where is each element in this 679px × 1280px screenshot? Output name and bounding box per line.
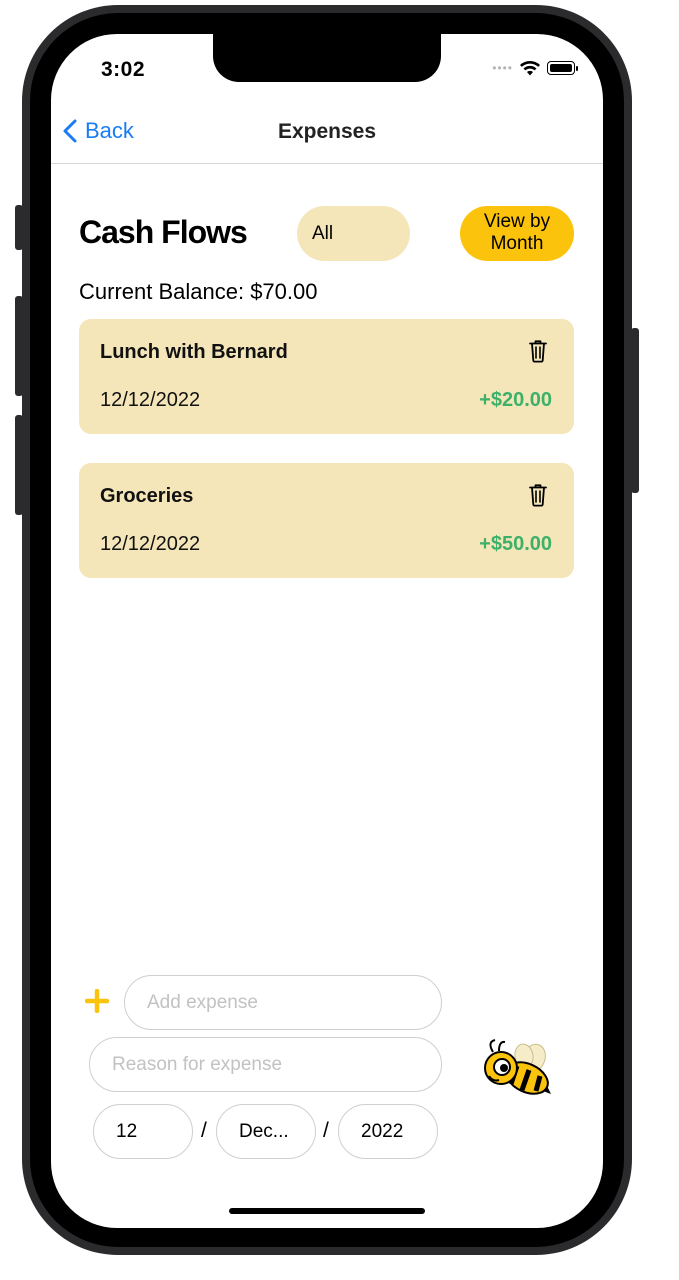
current-balance: Current Balance: $70.00: [79, 279, 318, 304]
status-time: 3:02: [101, 58, 146, 81]
bee-mascot-icon[interactable]: [481, 1036, 557, 1098]
expense-card[interactable]: Groceries 12/12/2022 +$50.00: [79, 463, 574, 578]
year-input[interactable]: [338, 1104, 438, 1159]
signal-icon: ••••: [492, 61, 513, 75]
expense-title: Groceries: [100, 485, 194, 507]
day-input[interactable]: [93, 1104, 193, 1159]
battery-icon: [547, 61, 578, 75]
trash-icon[interactable]: [529, 483, 547, 507]
add-expense-input[interactable]: [124, 975, 442, 1030]
power-button: [631, 328, 639, 493]
status-icons: ••••: [492, 60, 578, 76]
reason-input[interactable]: [89, 1037, 442, 1092]
filter-all-button[interactable]: All: [297, 206, 410, 261]
app-screen: 3:02 •••• Back Expenses Cash Flows All V…: [51, 34, 603, 1228]
wifi-icon: [520, 61, 540, 76]
date-separator: /: [201, 1119, 207, 1142]
expense-amount: +$20.00: [479, 389, 552, 411]
volume-down-button: [15, 415, 23, 515]
volume-up-button: [15, 296, 23, 396]
expense-date: 12/12/2022: [100, 533, 201, 555]
plus-icon[interactable]: [85, 989, 109, 1013]
home-indicator[interactable]: [229, 1208, 425, 1214]
expense-title: Lunch with Bernard: [100, 341, 288, 363]
navigation-bar: Back Expenses: [51, 106, 603, 164]
month-input[interactable]: [216, 1104, 316, 1159]
view-by-month-button[interactable]: View by Month: [460, 206, 574, 261]
trash-icon[interactable]: [529, 339, 547, 363]
expense-amount: +$50.00: [479, 533, 552, 555]
date-separator: /: [323, 1119, 329, 1142]
expense-date: 12/12/2022: [100, 389, 201, 411]
expense-card[interactable]: Lunch with Bernard 12/12/2022 +$20.00: [79, 319, 574, 434]
page-title: Expenses: [277, 120, 377, 143]
mute-switch: [15, 205, 23, 250]
section-title: Cash Flows: [79, 214, 248, 250]
notch: [213, 34, 441, 82]
